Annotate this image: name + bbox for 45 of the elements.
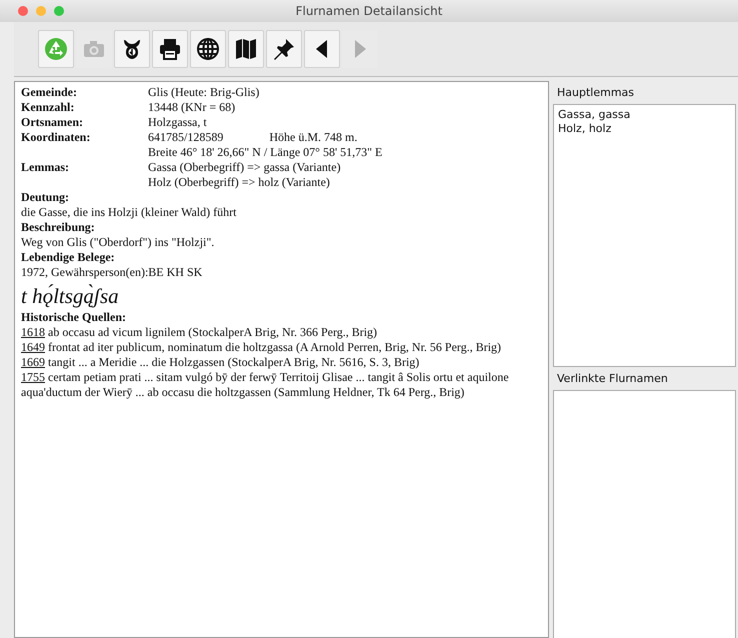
field-value: Gassa (Oberbegriff) => gassa (Variante) [148,160,341,175]
section-heading: Deutung: [21,190,70,205]
section-heading: Historische Quellen: [21,310,127,325]
section-text: die Gasse, die ins Holzji (kleiner Wald) führt [21,205,238,220]
field-label: Ortsnamen: [21,115,84,130]
toolbar-button[interactable] [114,30,150,68]
toolbar-button[interactable] [190,30,226,68]
field-value: Höhe ü.M. 748 m. [269,130,358,145]
panel-title: Verlinkte Flurnamen [556,371,669,387]
list-item[interactable]: Gassa, gassa [558,108,731,122]
toolbar-button[interactable] [228,30,264,68]
year-link[interactable]: 1618 [21,325,45,339]
source-entry: 1755 certam petiam prati ... sitam vulgó bӯ der ferwӯ Territoij Glisae ... tangit â Solis ortu et aquilone aqua'ductum der Wierӯ ... ab occasu die holtzgassen (Sammlung Heldner, Tk 64 Perg., Brig) [21,370,510,400]
source-entry: 1618 ab occasu ad vicum lignilem (StockalperA Brig, Nr. 366 Perg., Brig) [21,325,378,340]
map-icon [234,37,258,61]
pin-icon [272,37,296,61]
section-text: Weg von Glis ("Oberdorf") ins "Holzji". [21,235,216,250]
section-heading: Beschreibung: [21,220,96,235]
section-heading: Lebendige Belege: [21,250,116,265]
window-title: Flurnamen Detailansicht [294,4,444,18]
field-label: Gemeinde: [21,85,78,100]
field-label: Lemmas: [21,160,70,176]
toolbar-button[interactable] [266,30,302,68]
globe-icon [196,37,220,61]
year-link[interactable]: 1649 [21,340,45,354]
field-label: Kennzahl: [21,100,76,115]
field-value: Glis (Heute: Brig-Glis) [148,85,260,100]
recycle-icon [44,37,68,61]
field-value: Holzgassa, t [148,115,207,130]
year-link[interactable]: 1669 [21,355,45,369]
phonetic-transcription: t hǫ́ltsgą̀ʃsa [21,283,120,310]
source-entry: 1669 tangit ... a Meridie ... die Holzgassen (StockalperA Brig, Nr. 5616, S. 3, Brig) [21,355,420,370]
field-label: Koordinaten: [21,130,92,146]
panel-title: Hauptlemmas [556,85,636,101]
source-entry: 1649 frontat ad iter publicum, nominatum die holtzgassa (A Arnold Perren, Brig, Nr. 56 Perg., Brig) [21,340,502,355]
toolbar-button[interactable] [304,30,340,68]
section-text: 1972, Gewährsperson(en):BE KH SK [21,265,204,280]
field-value: 641785/128589 [148,130,224,145]
list-item[interactable]: Holz, holz [558,122,731,136]
toolbar-button[interactable] [152,30,188,68]
printer-icon [158,37,182,61]
field-value: Breite 46° 18' 26,66" N / Länge 07° 58' 51,73" E [148,145,382,160]
field-value: 13448 (KNr = 68) [148,100,236,115]
field-value: Holz (Oberbegriff) => holz (Variante) [148,175,330,190]
year-link[interactable]: 1755 [21,370,45,384]
